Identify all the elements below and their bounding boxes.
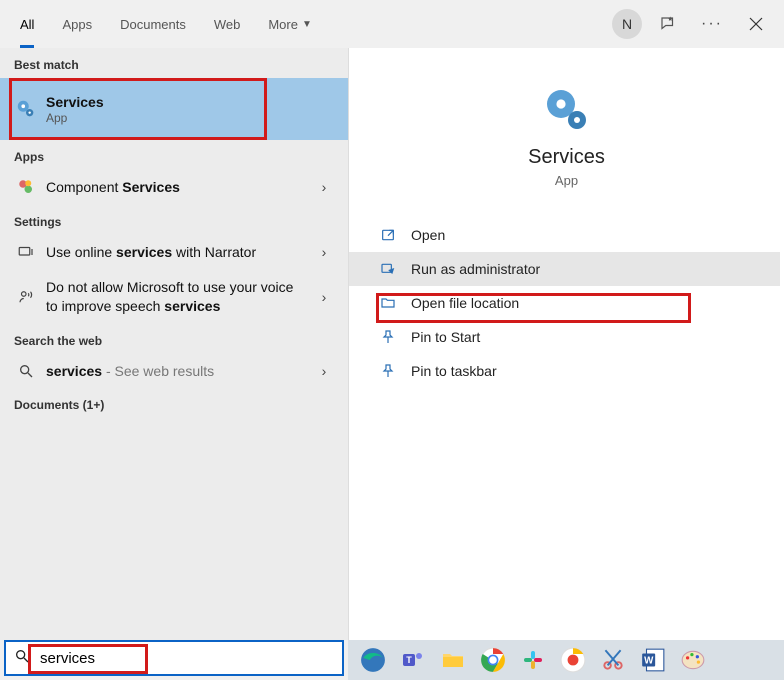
taskbar-slack-icon[interactable] <box>518 645 548 675</box>
avatar-initial: N <box>622 16 632 32</box>
filter-tabs: All Apps Documents Web More ▼ N ··· <box>0 0 784 48</box>
section-apps: Apps <box>0 140 348 170</box>
tab-label: Apps <box>62 17 92 32</box>
taskbar-edge-icon[interactable] <box>358 645 388 675</box>
pin-icon <box>379 328 397 346</box>
search-box[interactable] <box>4 640 344 676</box>
result-narrator-services[interactable]: Use online services with Narrator › <box>0 235 348 270</box>
preview-panel: Services App Open Run as administrator O… <box>348 48 784 640</box>
close-button[interactable] <box>734 2 778 46</box>
pin-icon <box>379 362 397 380</box>
component-services-icon <box>14 178 38 196</box>
tab-label: All <box>20 17 34 32</box>
taskbar-explorer-icon[interactable] <box>438 645 468 675</box>
tab-web[interactable]: Web <box>200 0 255 48</box>
chevron-right-icon: › <box>314 179 334 195</box>
taskbar-teams-icon[interactable]: T <box>398 645 428 675</box>
speech-icon <box>14 288 38 306</box>
chevron-right-icon: › <box>314 363 334 379</box>
folder-icon <box>379 294 397 312</box>
preview-title: Services <box>349 146 784 169</box>
chevron-down-icon: ▼ <box>302 19 312 30</box>
section-search-web: Search the web <box>0 324 348 354</box>
narrator-icon <box>14 243 38 261</box>
taskbar-chrome-icon[interactable] <box>478 645 508 675</box>
chevron-right-icon: › <box>314 289 334 305</box>
titlebar-actions: N ··· <box>612 2 778 46</box>
search-icon <box>14 648 30 669</box>
result-title: services - See web results <box>46 362 308 381</box>
action-pin-start[interactable]: Pin to Start <box>349 320 780 354</box>
tab-label: Documents <box>120 17 186 32</box>
result-title: Component Services <box>46 178 308 197</box>
action-label: Open file location <box>411 295 519 311</box>
admin-icon <box>379 260 397 278</box>
action-label: Pin to taskbar <box>411 363 497 379</box>
feedback-icon[interactable] <box>646 2 690 46</box>
section-documents: Documents (1+) <box>0 388 348 418</box>
result-speech-services[interactable]: Do not allow Microsoft to use your voice… <box>0 270 348 324</box>
result-web-search[interactable]: services - See web results › <box>0 354 348 389</box>
svg-text:T: T <box>406 655 412 665</box>
tab-label: More <box>268 17 298 32</box>
result-subtitle: App <box>46 111 328 125</box>
action-open-location[interactable]: Open file location <box>349 286 780 320</box>
tab-more[interactable]: More ▼ <box>254 0 326 48</box>
taskbar-word-icon[interactable]: W <box>638 645 668 675</box>
tab-documents[interactable]: Documents <box>106 0 200 48</box>
action-label: Pin to Start <box>411 329 480 345</box>
results-panel: Best match Services App Apps Component S… <box>0 48 348 640</box>
result-title: Use online services with Narrator <box>46 243 308 262</box>
open-icon <box>379 226 397 244</box>
gear-icon <box>14 98 38 120</box>
action-open[interactable]: Open <box>349 218 780 252</box>
user-avatar[interactable]: N <box>612 9 642 39</box>
preview-subtitle: App <box>349 173 784 188</box>
taskbar-snip-icon[interactable] <box>598 645 628 675</box>
tab-all[interactable]: All <box>6 0 48 48</box>
result-component-services[interactable]: Component Services › <box>0 170 348 205</box>
svg-text:W: W <box>644 655 654 666</box>
gear-icon <box>543 86 591 134</box>
taskbar-chrome-canary-icon[interactable] <box>558 645 588 675</box>
result-title: Services <box>46 93 328 112</box>
action-label: Run as administrator <box>411 261 540 277</box>
action-label: Open <box>411 227 445 243</box>
result-best-match[interactable]: Services App <box>0 78 348 140</box>
section-settings: Settings <box>0 205 348 235</box>
action-pin-taskbar[interactable]: Pin to taskbar <box>349 354 780 388</box>
taskbar-paint-icon[interactable] <box>678 645 708 675</box>
section-best-match: Best match <box>0 48 348 78</box>
tab-apps[interactable]: Apps <box>48 0 106 48</box>
action-run-admin[interactable]: Run as administrator <box>349 252 780 286</box>
chevron-right-icon: › <box>314 244 334 260</box>
search-input[interactable] <box>38 649 334 668</box>
tab-label: Web <box>214 17 241 32</box>
result-title: Do not allow Microsoft to use your voice… <box>46 278 308 316</box>
taskbar: T W <box>348 640 784 680</box>
more-options-icon[interactable]: ··· <box>690 2 734 46</box>
search-icon <box>14 363 38 379</box>
